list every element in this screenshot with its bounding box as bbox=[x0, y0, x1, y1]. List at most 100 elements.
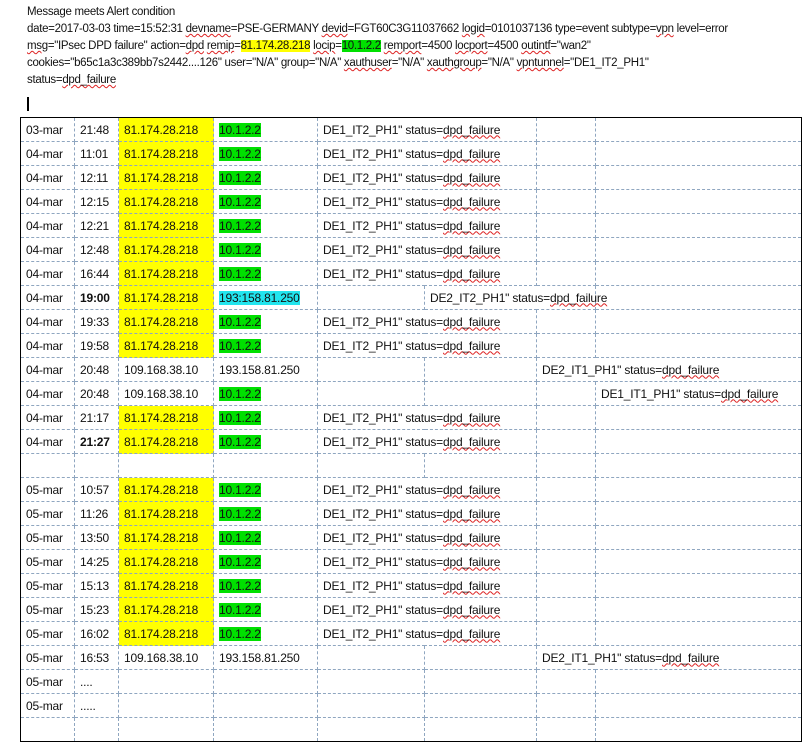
locip-cell: 10.1.2.2 bbox=[213, 309, 318, 334]
empty-cell bbox=[595, 237, 802, 262]
tunnel-text: DE1_IT2_PH1" status= bbox=[323, 242, 443, 257]
locip-value: 10.1.2.2 bbox=[219, 314, 261, 329]
tunnel-text: DE1_IT2_PH1" status= bbox=[323, 266, 443, 281]
status-text: dpd_failure bbox=[443, 434, 501, 449]
date-cell: 04-mar bbox=[20, 285, 75, 310]
tunnel-status-cell: DE2_IT2_PH1" status=dpd_failure bbox=[424, 285, 607, 310]
tunnel-text: DE1_IT2_PH1" status= bbox=[323, 434, 443, 449]
empty-cell bbox=[74, 453, 119, 478]
empty-cell bbox=[118, 717, 214, 742]
date-cell: 05-mar bbox=[20, 645, 75, 670]
locip-cell: 10.1.2.2 bbox=[213, 237, 318, 262]
date-cell: 04-mar bbox=[20, 189, 75, 214]
empty-cell bbox=[536, 309, 596, 334]
tunnel-status-cell: DE1_IT2_PH1" status=dpd_failure bbox=[317, 477, 537, 502]
empty-cell bbox=[536, 213, 596, 238]
table-row: 04-mar 12:48 81.174.28.218 10.1.2.2 DE1_IT2_… bbox=[20, 237, 802, 262]
empty-cell bbox=[424, 717, 537, 742]
table-row: 05-mar 13:50 81.174.28.218 10.1.2.2 DE1_IT2_… bbox=[20, 525, 802, 550]
empty-cell bbox=[595, 597, 802, 622]
date-cell: 05-mar bbox=[20, 669, 75, 694]
date-cell: 05-mar bbox=[20, 693, 75, 718]
status-text: dpd_failure bbox=[443, 506, 501, 521]
empty-cell bbox=[595, 669, 802, 694]
locip-cell: 10.1.2.2 bbox=[213, 261, 318, 286]
tunnel-status-cell: DE1_IT2_PH1" status=dpd_failure bbox=[317, 573, 537, 598]
empty-cell bbox=[536, 549, 596, 574]
empty-cell bbox=[595, 621, 802, 646]
table-row: 05-mar.... bbox=[20, 669, 802, 694]
empty-cell bbox=[118, 453, 214, 478]
date-cell: 04-mar bbox=[20, 165, 75, 190]
remip-cell: 81.174.28.218 bbox=[118, 165, 214, 190]
locip-value: 10.1.2.2 bbox=[219, 338, 261, 353]
remip-cell: 81.174.28.218 bbox=[118, 525, 214, 550]
tunnel-status-cell: DE1_IT2_PH1" status=dpd_failure bbox=[317, 405, 537, 430]
empty-cell bbox=[536, 261, 596, 286]
empty-cell bbox=[536, 717, 596, 742]
time-cell: 21:48 bbox=[74, 117, 119, 142]
table-row: 04-mar 19:58 81.174.28.218 10.1.2.2 DE1_IT2_… bbox=[20, 333, 802, 358]
empty-cell bbox=[595, 261, 802, 286]
locip-cell: 193:158.81.250 bbox=[213, 285, 318, 310]
locip-cell: 10.1.2.2 bbox=[213, 213, 318, 238]
time-cell: 19:58 bbox=[74, 333, 119, 358]
date-cell: 04-mar bbox=[20, 213, 75, 238]
date-cell: 05-mar bbox=[20, 573, 75, 598]
tunnel-status-cell: DE1_IT1_PH1" status=dpd_failure bbox=[595, 381, 802, 406]
time-cell: 15:13 bbox=[74, 573, 119, 598]
locip-cell: 10.1.2.2 bbox=[213, 405, 318, 430]
tunnel-status-cell: DE1_IT2_PH1" status=dpd_failure bbox=[317, 189, 537, 214]
time-cell: 12:21 bbox=[74, 213, 119, 238]
table-row: 04-mar 20:48 109.168.38.10 193.158.81.250 DE… bbox=[20, 357, 802, 382]
tunnel-text: DE1_IT2_PH1" status= bbox=[323, 578, 443, 593]
locip-value: 193.158.81.250 bbox=[219, 650, 300, 665]
table-row bbox=[20, 717, 802, 742]
status-text: dpd_failure bbox=[443, 218, 501, 233]
time-cell: 11:26 bbox=[74, 501, 119, 526]
tunnel-status-cell: DE1_IT2_PH1" status=dpd_failure bbox=[317, 261, 537, 286]
time-cell: 19:00 bbox=[74, 285, 119, 310]
remip-cell: 81.174.28.218 bbox=[118, 261, 214, 286]
table-row: 04-mar 12:15 81.174.28.218 10.1.2.2 DE1_IT2_… bbox=[20, 189, 802, 214]
date-cell: 04-mar bbox=[20, 237, 75, 262]
locip-value: 10.1.2.2 bbox=[219, 194, 261, 209]
tunnel-status-cell: DE1_IT2_PH1" status=dpd_failure bbox=[317, 309, 537, 334]
tunnel-text: DE2_IT1_PH1" status= bbox=[542, 650, 662, 665]
empty-cell bbox=[536, 525, 596, 550]
empty-cell bbox=[595, 549, 802, 574]
locip-value: 10.1.2.2 bbox=[219, 266, 261, 281]
locip-cell: 10.1.2.2 bbox=[213, 165, 318, 190]
tunnel-text: DE1_IT2_PH1" status= bbox=[323, 482, 443, 497]
time-cell: .... bbox=[74, 669, 119, 694]
table-row: 05-mar 14:25 81.174.28.218 10.1.2.2 DE1_IT2_… bbox=[20, 549, 802, 574]
empty-cell bbox=[595, 165, 802, 190]
locip-value: 193:158.81.250 bbox=[219, 290, 300, 305]
status-text: dpd_failure bbox=[443, 266, 501, 281]
locip-cell: 10.1.2.2 bbox=[213, 333, 318, 358]
empty-cell bbox=[213, 453, 318, 478]
empty-cell bbox=[536, 693, 596, 718]
table-row: 04-mar 20:48 109.168.38.10 10.1.2.2 DE1_IT1_… bbox=[20, 381, 802, 406]
remip-cell: 81.174.28.218 bbox=[118, 117, 214, 142]
locip-cell: 10.1.2.2 bbox=[213, 477, 318, 502]
time-cell: 10:57 bbox=[74, 477, 119, 502]
empty-cell bbox=[424, 357, 537, 382]
empty-cell bbox=[536, 165, 596, 190]
empty-cell bbox=[595, 285, 802, 310]
time-cell: ..... bbox=[74, 693, 119, 718]
tunnel-text: DE1_IT1_PH1" status= bbox=[601, 386, 721, 401]
empty-cell bbox=[424, 453, 537, 478]
remip-cell: 81.174.28.218 bbox=[118, 501, 214, 526]
date-cell: 05-mar bbox=[20, 477, 75, 502]
empty-cell bbox=[536, 453, 596, 478]
date-cell: 04-mar bbox=[20, 381, 75, 406]
time-cell: 21:17 bbox=[74, 405, 119, 430]
empty-cell bbox=[595, 501, 802, 526]
empty-cell bbox=[536, 117, 596, 142]
tunnel-text: DE2_IT1_PH1" status= bbox=[542, 362, 662, 377]
table-row: 05-mar 15:23 81.174.28.218 10.1.2.2 DE1_IT2_… bbox=[20, 597, 802, 622]
date-cell: 05-mar bbox=[20, 525, 75, 550]
locip-cell: 10.1.2.2 bbox=[213, 141, 318, 166]
table-row: 04-mar 21:27 81.174.28.218 10.1.2.2 DE1_IT2_… bbox=[20, 429, 802, 454]
